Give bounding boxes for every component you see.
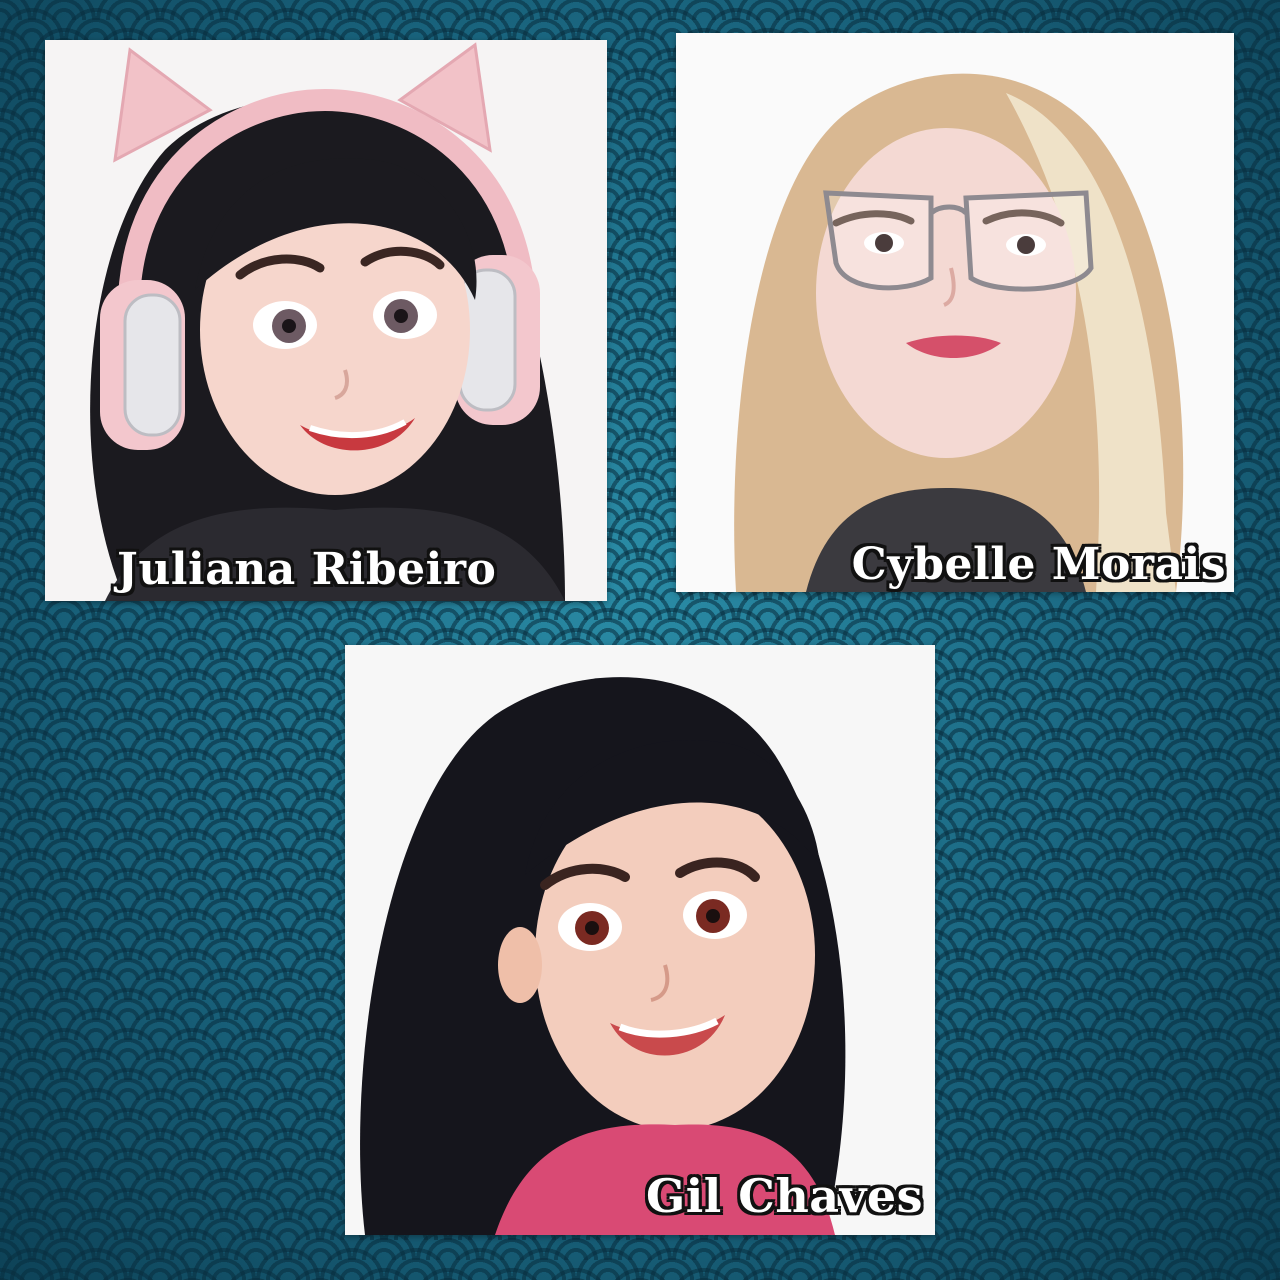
portrait-juliana-icon bbox=[45, 40, 607, 601]
portrait-card-cybelle: Cybelle Morais bbox=[676, 33, 1234, 592]
portrait-card-juliana: Juliana Ribeiro bbox=[45, 40, 607, 601]
name-label-cybelle: Cybelle Morais bbox=[851, 539, 1226, 590]
name-label-juliana: Juliana Ribeiro bbox=[117, 544, 497, 595]
poster-background: { "portraits": [ { "name": "Juliana Ribe… bbox=[0, 0, 1280, 1280]
name-label-gil: Gil Chaves bbox=[645, 1169, 923, 1223]
portrait-gil-icon bbox=[345, 645, 935, 1235]
portrait-cybelle-icon bbox=[676, 33, 1234, 592]
portrait-card-gil: Gil Chaves bbox=[345, 645, 935, 1235]
